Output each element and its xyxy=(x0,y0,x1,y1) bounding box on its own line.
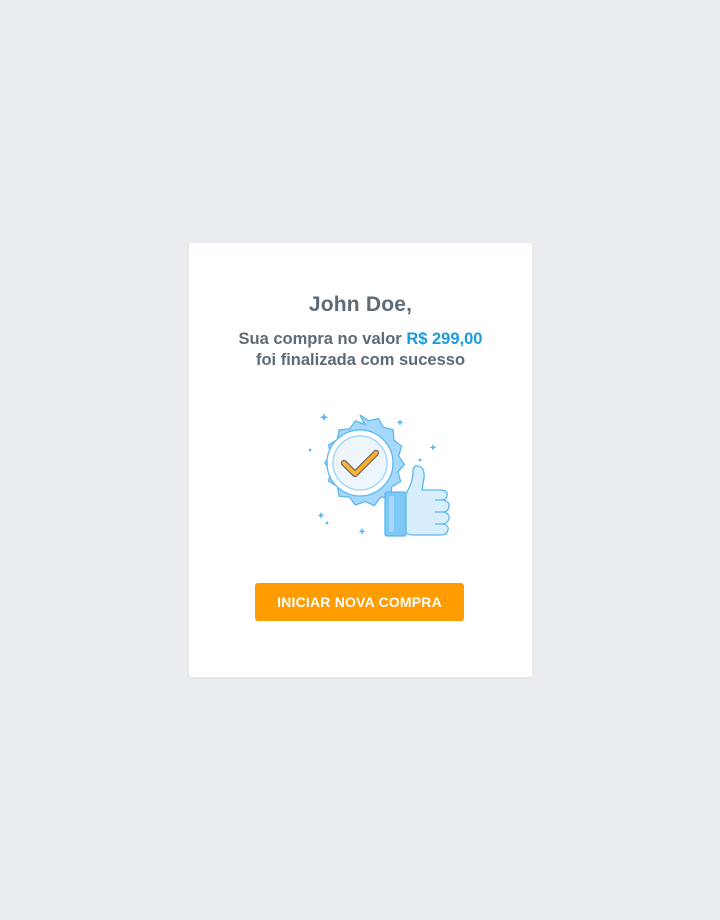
message-prefix: Sua compra no valor xyxy=(238,330,402,348)
message-suffix: foi finalizada com sucesso xyxy=(255,351,466,369)
success-message: Sua compra no valor R$ 299,00 foi finali… xyxy=(189,329,532,371)
new-purchase-button[interactable]: INICIAR NOVA COMPRA xyxy=(255,583,464,621)
customer-name: John Doe, xyxy=(308,293,413,316)
success-card: John Doe, Sua compra no valor R$ 299,00 … xyxy=(189,243,532,677)
purchase-amount: R$ 299,00 xyxy=(406,330,483,348)
success-badge-thumbs-up-icon xyxy=(305,408,465,543)
